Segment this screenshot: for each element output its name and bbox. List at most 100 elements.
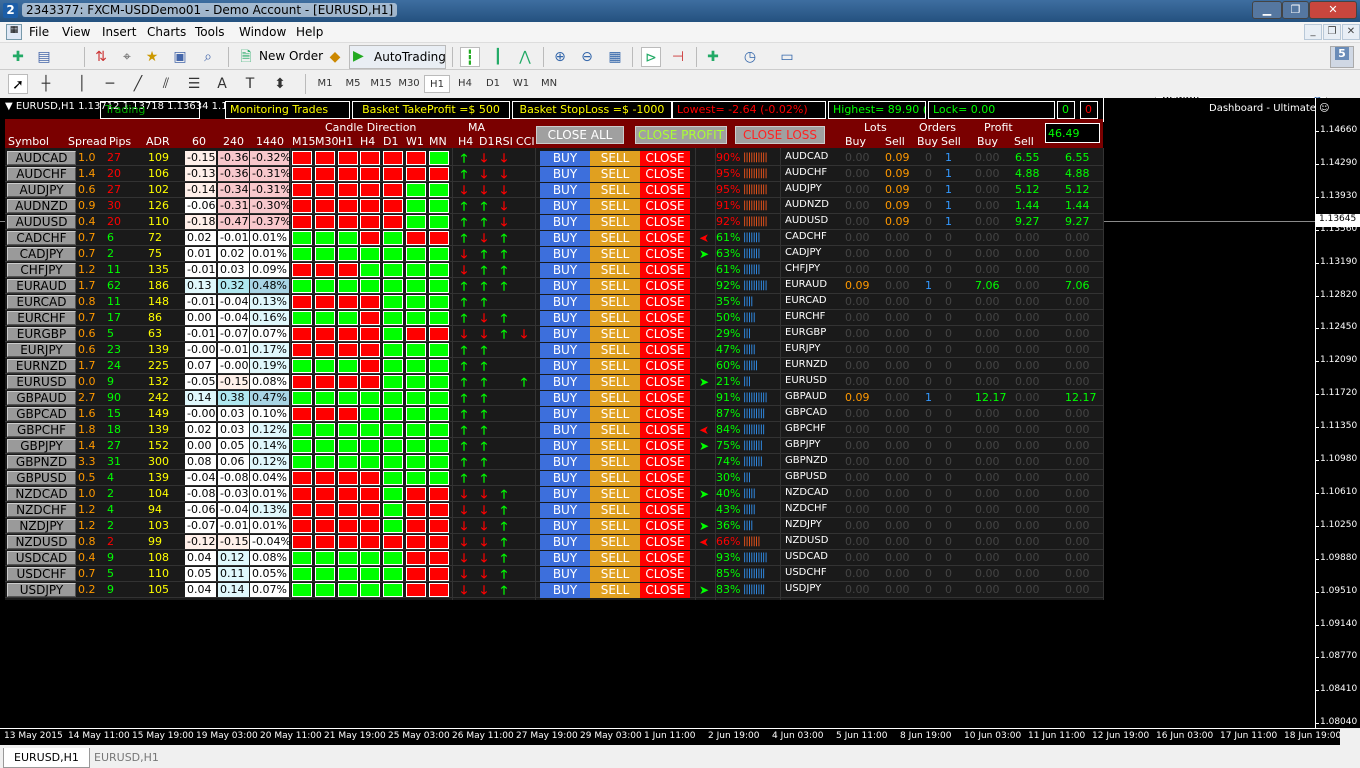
menu-window[interactable]: Window	[239, 25, 286, 39]
trendline-icon[interactable]: ╱	[128, 74, 148, 94]
symbol-button[interactable]: NZDUSD	[7, 535, 76, 549]
close-profit-button[interactable]: CLOSE PROFIT	[635, 126, 727, 144]
periods-clock-icon[interactable]: ◷	[740, 47, 760, 67]
sell-button[interactable]: SELL	[590, 295, 640, 310]
sell-button[interactable]: SELL	[590, 407, 640, 422]
buy-button[interactable]: BUY	[540, 407, 590, 422]
cursor-icon[interactable]: ➚	[8, 74, 28, 94]
tab-eurusd-h1-active[interactable]: EURUSD,H1	[3, 748, 90, 768]
zoom-out-icon[interactable]: ⊖	[577, 47, 597, 67]
buy-button[interactable]: BUY	[540, 279, 590, 294]
buy-button[interactable]: BUY	[540, 151, 590, 166]
zoom-in-icon[interactable]: ⊕	[550, 47, 570, 67]
close-button[interactable]: CLOSE	[640, 519, 690, 534]
buy-button[interactable]: BUY	[540, 311, 590, 326]
symbol-button[interactable]: AUDUSD	[7, 215, 76, 229]
buy-button[interactable]: BUY	[540, 215, 590, 230]
close-button[interactable]: CLOSE	[640, 327, 690, 342]
templates-icon[interactable]: ▭	[777, 47, 797, 67]
sell-button[interactable]: SELL	[590, 455, 640, 470]
sell-button[interactable]: SELL	[590, 231, 640, 246]
profiles-icon[interactable]: ▤	[34, 47, 54, 67]
buy-button[interactable]: BUY	[540, 503, 590, 518]
close-icon[interactable]: ✕	[1309, 1, 1357, 19]
sell-button[interactable]: SELL	[590, 311, 640, 326]
indicators-icon[interactable]: ✚	[703, 47, 723, 67]
arrows-icon[interactable]: ⬍	[270, 74, 290, 94]
line-chart-icon[interactable]: ⋀	[515, 47, 535, 67]
symbol-button[interactable]: USDCAD	[7, 551, 76, 565]
meta-editor-icon[interactable]: ◆	[325, 47, 345, 67]
text-label-icon[interactable]: T	[240, 74, 260, 94]
sell-button[interactable]: SELL	[590, 151, 640, 166]
close-button[interactable]: CLOSE	[640, 375, 690, 390]
close-button[interactable]: CLOSE	[640, 311, 690, 326]
buy-button[interactable]: BUY	[540, 167, 590, 182]
notifications-icon[interactable]: 5	[1330, 46, 1354, 68]
close-button[interactable]: CLOSE	[640, 439, 690, 454]
symbol-button[interactable]: EURNZD	[7, 359, 76, 373]
sell-button[interactable]: SELL	[590, 279, 640, 294]
buy-button[interactable]: BUY	[540, 487, 590, 502]
close-button[interactable]: CLOSE	[640, 343, 690, 358]
mdi-close-icon[interactable]: ✕	[1342, 24, 1360, 40]
symbol-button[interactable]: CADCHF	[7, 231, 76, 245]
close-button[interactable]: CLOSE	[640, 215, 690, 230]
close-button[interactable]: CLOSE	[640, 247, 690, 262]
buy-button[interactable]: BUY	[540, 471, 590, 486]
buy-button[interactable]: BUY	[540, 247, 590, 262]
buy-button[interactable]: BUY	[540, 567, 590, 582]
timeframe-m30[interactable]: M30	[396, 75, 422, 93]
close-button[interactable]: CLOSE	[640, 199, 690, 214]
menu-insert[interactable]: Insert	[102, 25, 136, 39]
buy-button[interactable]: BUY	[540, 455, 590, 470]
symbol-button[interactable]: NZDJPY	[7, 519, 76, 533]
tab-eurusd-h1[interactable]: EURUSD,H1	[84, 748, 169, 768]
symbol-button[interactable]: CHFJPY	[7, 263, 76, 277]
sell-button[interactable]: SELL	[590, 583, 640, 598]
equidistant-channel-icon[interactable]: ⫽	[156, 74, 176, 94]
close-loss-button[interactable]: CLOSE LOSS	[735, 126, 825, 144]
sell-button[interactable]: SELL	[590, 551, 640, 566]
timeframe-m15[interactable]: M15	[368, 75, 394, 93]
close-button[interactable]: CLOSE	[640, 263, 690, 278]
symbol-button[interactable]: EURCHF	[7, 311, 76, 325]
timeframe-d1[interactable]: D1	[480, 75, 506, 93]
sell-button[interactable]: SELL	[590, 519, 640, 534]
autotrading-button[interactable]: ▶ AutoTrading	[349, 45, 446, 69]
sell-button[interactable]: SELL	[590, 503, 640, 518]
menu-file[interactable]: File	[29, 25, 49, 39]
symbol-button[interactable]: AUDJPY	[7, 183, 76, 197]
buy-button[interactable]: BUY	[540, 343, 590, 358]
symbol-button[interactable]: EURGBP	[7, 327, 76, 341]
symbol-button[interactable]: AUDNZD	[7, 199, 76, 213]
timeframe-m5[interactable]: M5	[340, 75, 366, 93]
sell-button[interactable]: SELL	[590, 215, 640, 230]
restore-icon[interactable]: ❐	[1282, 1, 1309, 19]
close-button[interactable]: CLOSE	[640, 535, 690, 550]
buy-button[interactable]: BUY	[540, 199, 590, 214]
symbol-button[interactable]: GBPUSD	[7, 471, 76, 485]
sell-button[interactable]: SELL	[590, 567, 640, 582]
close-button[interactable]: CLOSE	[640, 567, 690, 582]
symbol-button[interactable]: AUDCHF	[7, 167, 76, 181]
horizontal-line-icon[interactable]: ─	[100, 74, 120, 94]
vertical-line-icon[interactable]: │	[72, 74, 92, 94]
new-order-button[interactable]: New Order	[259, 49, 323, 63]
crosshair-icon[interactable]: ┼	[36, 74, 56, 94]
fibonacci-icon[interactable]: ☰	[184, 74, 204, 94]
sell-button[interactable]: SELL	[590, 487, 640, 502]
buy-button[interactable]: BUY	[540, 519, 590, 534]
close-button[interactable]: CLOSE	[640, 407, 690, 422]
close-button[interactable]: CLOSE	[640, 183, 690, 198]
menu-help[interactable]: Help	[296, 25, 323, 39]
close-button[interactable]: CLOSE	[640, 167, 690, 182]
symbol-button[interactable]: EURUSD	[7, 375, 76, 389]
close-button[interactable]: CLOSE	[640, 391, 690, 406]
sell-button[interactable]: SELL	[590, 439, 640, 454]
new-order-icon[interactable]: 🗎	[236, 47, 256, 67]
buy-button[interactable]: BUY	[540, 535, 590, 550]
close-button[interactable]: CLOSE	[640, 279, 690, 294]
new-chart-icon[interactable]: ✚	[8, 47, 28, 67]
close-button[interactable]: CLOSE	[640, 295, 690, 310]
